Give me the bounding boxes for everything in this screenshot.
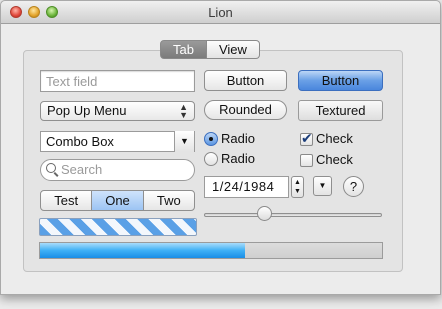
checkbox-checked[interactable] <box>300 130 313 146</box>
checkbox-2[interactable]: Check <box>300 152 353 168</box>
date-stepper[interactable]: ▲ ▼ <box>291 176 304 198</box>
search-field[interactable]: Search <box>40 159 195 181</box>
push-button[interactable]: Button <box>204 70 287 91</box>
radio-label: Radio <box>221 151 255 166</box>
text-field[interactable]: Text field <box>40 70 195 92</box>
chevron-down-icon[interactable]: ▼ <box>174 131 194 152</box>
window-title: Lion <box>208 5 233 20</box>
search-icon <box>46 163 56 173</box>
segment-two[interactable]: Two <box>142 191 194 210</box>
checkbox-1[interactable]: Check <box>300 130 353 147</box>
slider-knob[interactable] <box>256 206 272 221</box>
tab-tab[interactable]: Tab <box>160 40 207 59</box>
radio-1[interactable]: Radio <box>204 131 255 147</box>
combo-box[interactable]: Combo Box ▼ <box>40 131 195 152</box>
segmented-control[interactable]: Test One Two <box>40 190 195 211</box>
combo-box-value: Combo Box <box>46 134 114 149</box>
radio-2[interactable]: Radio <box>204 151 255 167</box>
slider[interactable] <box>204 206 382 221</box>
popup-menu[interactable]: Pop Up Menu ▲ ▼ <box>40 101 195 121</box>
stepper-up-icon[interactable]: ▲ <box>294 179 301 186</box>
rounded-button[interactable]: Rounded <box>204 100 287 120</box>
disclosure-button[interactable]: ▼ <box>313 176 332 196</box>
up-down-arrows-icon: ▲ ▼ <box>179 102 188 120</box>
indeterminate-progress-bar <box>39 218 197 236</box>
radio-button-selected[interactable] <box>204 132 218 146</box>
search-placeholder: Search <box>61 162 103 177</box>
date-picker[interactable]: 1/24/1984 <box>204 176 289 198</box>
progress-fill <box>40 243 246 258</box>
segment-test[interactable]: Test <box>41 191 91 210</box>
segment-one[interactable]: One <box>91 191 143 210</box>
textured-button[interactable]: Textured <box>298 100 383 121</box>
title-bar[interactable]: Lion <box>1 1 440 24</box>
default-button[interactable]: Button <box>298 70 383 91</box>
radio-label: Radio <box>221 131 255 146</box>
tab-bar: Tab View <box>160 40 260 59</box>
help-button[interactable]: ? <box>343 176 364 197</box>
popup-menu-label: Pop Up Menu <box>47 103 127 118</box>
checkbox[interactable] <box>300 154 313 167</box>
chevron-down-icon: ▼ <box>318 181 327 190</box>
checkbox-label: Check <box>316 152 353 167</box>
tab-view[interactable]: View <box>206 40 260 59</box>
radio-button[interactable] <box>204 152 218 166</box>
stepper-down-icon[interactable]: ▼ <box>294 188 301 195</box>
checkbox-label: Check <box>316 131 353 146</box>
progress-bar <box>39 242 383 259</box>
